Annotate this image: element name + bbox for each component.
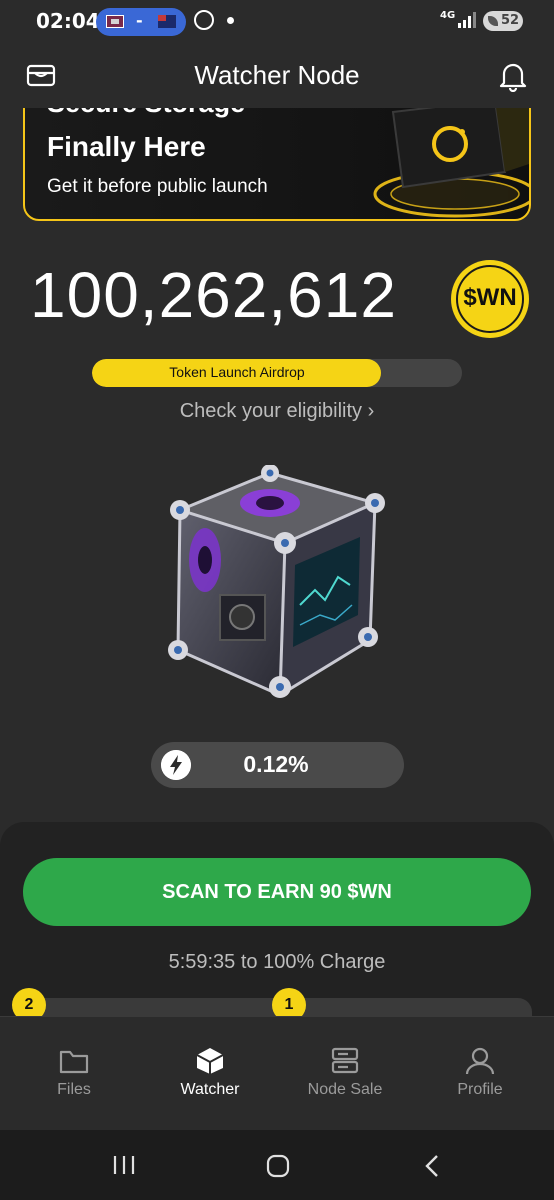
lightning-icon <box>161 750 191 780</box>
scan-to-earn-button[interactable]: SCAN TO EARN 90 $WN <box>23 858 531 926</box>
token-balance: 100,262,612 <box>30 259 397 331</box>
token-symbol: $WN <box>463 284 517 311</box>
nav-item-profile[interactable]: Profile <box>425 1047 535 1127</box>
user-icon <box>465 1047 495 1075</box>
flag-icon <box>106 15 124 28</box>
recents-icon[interactable] <box>112 1154 136 1176</box>
active-call-pill[interactable]: - <box>96 8 186 36</box>
watcher-node-cube-illustration[interactable] <box>160 465 390 700</box>
battery-level: 52 <box>501 13 520 28</box>
eligibility-link[interactable]: Check your eligibility › <box>0 400 554 423</box>
whatsapp-icon <box>194 10 214 30</box>
folder-icon <box>59 1050 89 1074</box>
nav-label-watcher: Watcher <box>180 1081 240 1098</box>
back-icon[interactable] <box>424 1154 440 1178</box>
battery-saver-icon <box>488 16 498 26</box>
chevron-right-icon: › <box>367 400 375 422</box>
nav-item-node-sale[interactable]: Node Sale <box>290 1047 400 1127</box>
wn-coin-icon: $WN <box>451 260 529 338</box>
bell-icon[interactable] <box>498 60 528 92</box>
nav-item-watcher[interactable]: Watcher <box>155 1047 265 1127</box>
storage-device-illustration <box>373 92 529 218</box>
charge-indicator: 0.12% <box>151 742 404 788</box>
banner-subtitle: Get it before public launch <box>47 176 268 197</box>
status-time: 02:04 <box>36 9 100 33</box>
network-type: 4G <box>440 10 456 21</box>
airdrop-label: Token Launch Airdrop <box>169 364 305 380</box>
nav-label-files: Files <box>57 1081 91 1098</box>
app-header: Watcher Node <box>0 44 554 108</box>
cube-icon <box>196 1048 224 1074</box>
notification-dot-icon <box>227 17 234 24</box>
page-title: Watcher Node <box>194 60 360 90</box>
bottom-navigation: Files Watcher Node Sale Profile <box>0 1016 554 1130</box>
battery-icon: 52 <box>483 11 523 31</box>
banner-title-line2: Finally Here <box>47 131 206 162</box>
eligibility-text: Check your eligibility <box>179 400 363 422</box>
signal-icon <box>458 12 478 28</box>
airdrop-progress-bar: Token Launch Airdrop <box>92 359 462 387</box>
status-bar: 02:04 - 4G 52 <box>0 0 554 44</box>
server-icon <box>331 1047 359 1074</box>
nav-label-profile: Profile <box>457 1081 503 1098</box>
home-icon[interactable] <box>266 1154 290 1178</box>
pill-separator: - <box>136 11 143 30</box>
flag-icon <box>158 15 176 28</box>
charge-percentage: 0.12% <box>243 751 309 777</box>
nav-label-node-sale: Node Sale <box>307 1081 383 1098</box>
nav-item-files[interactable]: Files <box>19 1047 129 1127</box>
charge-timer: 5:59:35 to 100% Charge <box>168 951 386 973</box>
system-navigation-bar <box>0 1130 554 1200</box>
